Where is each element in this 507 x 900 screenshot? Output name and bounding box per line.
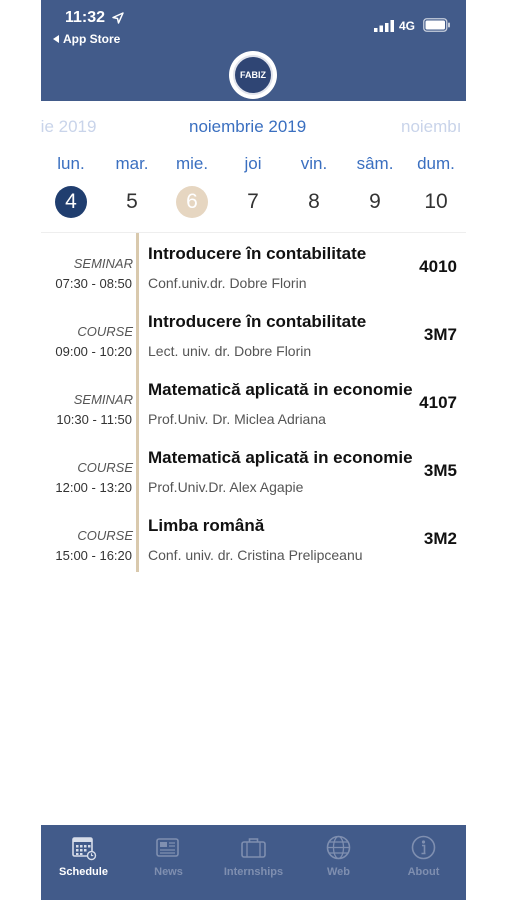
tab-label: Web [326,866,351,878]
status-time: 11:32 [65,9,106,26]
schedule-item[interactable]: COURSE 09:00 - 10:20 Introducere în cont… [41,302,466,370]
weekday-label: sâm. [356,154,394,173]
day-number[interactable]: 10 [420,186,452,218]
back-to-app-store[interactable]: App Store [53,32,120,46]
weekday-label: mar. [115,154,149,173]
tab-internships[interactable]: Internships [211,825,296,900]
class-type: COURSE [77,528,133,543]
class-type: SEMINAR [73,392,133,407]
month-current: noiembrie 2019 [189,117,307,136]
room-number: 3M2 [423,529,457,548]
tab-label: Internships [223,866,284,878]
tab-label: News [154,866,183,878]
day-number[interactable]: 8 [298,186,330,218]
room-number: 3M5 [423,461,457,480]
teacher-name: Lect. univ. dr. Dobre Florin [148,343,312,359]
tab-schedule[interactable]: Schedule [41,825,126,900]
class-time: 12:00 - 13:20 [55,480,132,495]
room-number: 4107 [419,393,457,412]
tab-news[interactable]: News [126,825,211,900]
month-next[interactable]: noiembı [401,117,461,137]
schedule-item[interactable]: COURSE 12:00 - 13:20 Matematică aplicată… [41,438,466,506]
teacher-name: Conf.univ.dr. Dobre Florin [148,275,307,291]
day-number[interactable]: 9 [359,186,391,218]
calendar-divider [41,232,466,233]
weekday-label: vin. [300,154,328,173]
news-icon [156,838,179,857]
day-number[interactable]: 7 [237,186,269,218]
back-arrow-icon [53,35,59,43]
info-icon [411,835,436,860]
app-screen: 11:32 App Store 4G FABIZ rie 2019 noiemb… [41,0,466,900]
weekday-label: dum. [417,154,455,173]
course-name: Limba română [148,516,265,535]
schedule-item[interactable]: COURSE 15:00 - 16:20 Limba română Conf. … [41,506,466,574]
weekday-label: joi [244,154,262,173]
teacher-name: Prof.Univ.Dr. Alex Agapie [148,479,304,495]
month-prev[interactable]: rie 2019 [41,117,96,137]
day-number[interactable]: 5 [116,186,148,218]
teacher-name: Prof.Univ. Dr. Miclea Adriana [148,411,326,427]
day-today[interactable]: 6 [176,186,208,218]
weekday-label: lun. [57,154,85,173]
course-name: Introducere în contabilitate [148,244,367,263]
location-arrow-icon [112,12,124,24]
room-number: 4010 [419,257,457,276]
tab-about[interactable]: About [381,825,466,900]
class-type: SEMINAR [73,256,133,271]
tab-web[interactable]: Web [296,825,381,900]
briefcase-icon [241,838,266,858]
room-number: 3M7 [423,325,457,344]
class-type: COURSE [77,460,133,475]
network-type: 4G [399,19,416,33]
battery-icon [423,18,450,32]
schedule-item[interactable]: SEMINAR 07:30 - 08:50 Introducere în con… [41,234,466,302]
class-time: 07:30 - 08:50 [55,276,132,291]
schedule-item[interactable]: SEMINAR 10:30 - 11:50 Matematică aplicat… [41,370,466,438]
tab-label: About [407,866,440,878]
cellular-signal-icon [374,20,394,32]
tab-bar: Schedule News Internships Web About [41,825,466,900]
app-header: 11:32 App Store 4G FABIZ [41,0,466,101]
weekday-label: mie. [175,154,209,173]
class-time: 10:30 - 11:50 [56,412,132,427]
calendar-icon [72,837,97,861]
class-time: 15:00 - 16:20 [55,548,132,563]
class-time: 09:00 - 10:20 [55,344,132,359]
day-selected[interactable]: 4 [55,186,87,218]
tab-label: Schedule [59,866,108,878]
class-type: COURSE [77,324,133,339]
globe-icon [326,835,351,860]
course-name: Matematică aplicată in economie [148,448,413,467]
teacher-name: Conf. univ. dr. Cristina Prelipceanu [148,547,363,563]
back-app-label: App Store [63,32,121,46]
course-name: Matematică aplicată in economie [148,380,413,399]
fabiz-logo: FABIZ [229,51,277,99]
course-name: Introducere în contabilitate [148,312,367,331]
logo-text: FABIZ [240,70,266,80]
